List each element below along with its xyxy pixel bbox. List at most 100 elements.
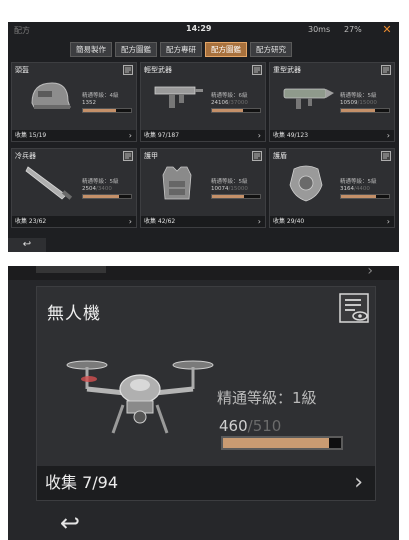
mastery-bar-fill [341,109,375,112]
mastery-level: 精通等級：5級 [82,179,119,185]
drone-card-zoom: › 無人機 精通等級：1級 460/510 收集 7/94 › ↩ [8,266,399,540]
mastery-bar [211,108,261,113]
close-icon[interactable]: ✕ [381,24,393,36]
status-bar: 配方 14:29 30ms 27% [8,22,399,38]
shield-icon [289,165,323,202]
chevron-right-icon: › [257,217,261,226]
battery-readout: 27% [344,25,362,34]
helmet-icon [31,82,71,109]
recipe-doc-icon[interactable] [252,65,262,75]
back-button[interactable]: ↩ [60,510,100,536]
progress-current: 460 [219,417,248,435]
chevron-right-icon: › [367,266,373,279]
mastery-level: 精通等級：6級 [211,93,248,99]
progress-max: /37000 [228,100,248,106]
blade-icon [25,166,73,200]
collect-count: 收集 49/123 [273,132,309,139]
status-left-text: 配方 [14,26,30,35]
collect-count: 收集 97/187 [144,132,180,139]
mastery-bar-fill [83,109,116,112]
mastery-bar-fill [223,438,330,448]
category-card-melee[interactable]: 冷兵器 精通等級：5級 2504/3400 收集 23/62 › [11,148,137,228]
recipe-codex-screen: 配方 14:29 30ms 27% ✕ 簡易製作 配方圖鑑 配方專研 配方圖鑑 … [8,22,399,252]
drone-icon [66,360,214,434]
mastery-progress: 24106/37000 [211,100,248,106]
mastery-progress: 3164/4400 [340,186,370,192]
chevron-right-icon: › [386,131,390,140]
mastery-bar [340,194,390,199]
chevron-right-icon: › [128,217,132,226]
tab-recipe-codex-active[interactable]: 配方圖鑑 [205,42,247,57]
back-button[interactable]: ↩ [8,238,46,252]
collect-row[interactable]: 收集 97/187 › [141,130,265,141]
progress-current: 1352 [82,100,96,106]
category-card-heavy-weapons[interactable]: 重型武器 精通等級：5級 10509/15000 收集 49/123 › [269,62,395,142]
chevron-right-icon: › [354,470,363,495]
collect-count: 收集 42/62 [144,218,176,225]
category-card-light-weapons[interactable]: 輕型武器 精通等級：6級 24106/37000 收集 97/187 › [140,62,266,142]
previous-card-footer: › [8,266,399,280]
progress-current: 3164 [340,186,354,192]
progress-max: /510 [247,417,282,435]
mastery-progress: 460/510 [219,417,281,435]
collect-row[interactable]: 收集 29/40 › [270,216,394,227]
recipe-doc-icon[interactable] [123,65,133,75]
chevron-right-icon: › [128,131,132,140]
recipe-doc-icon[interactable] [381,151,391,161]
mastery-bar-fill [341,195,376,198]
mastery-level: 精通等級：4級 [82,93,119,99]
mastery-bar [340,108,390,113]
tab-recipe-research-1[interactable]: 配方專研 [160,42,202,57]
collect-row[interactable]: 收集 23/62 › [12,216,136,227]
collect-count: 收集 15/19 [15,132,47,139]
card-title: 重型武器 [273,66,301,74]
chevron-right-icon: › [257,131,261,140]
tab-simple-craft[interactable]: 簡易製作 [70,42,112,57]
progress-current: 10509 [340,100,358,106]
collect-count: 收集 23/62 [15,218,47,225]
progress-current: 2504 [82,186,96,192]
chevron-right-icon: › [386,217,390,226]
signal-readout: 30ms [308,25,331,34]
recipe-doc-icon[interactable] [252,151,262,161]
clock: 14:29 [186,24,212,33]
mastery-progress: 10509/15000 [340,100,377,106]
progress-max: /4400 [354,186,370,192]
mastery-level: 精通等級：5級 [340,93,377,99]
collect-count: 收集 7/94 [45,473,119,492]
category-card-armor[interactable]: 護甲 精通等級：5級 10074/15000 收集 42/62 › [140,148,266,228]
category-card-drone[interactable]: 無人機 精通等級：1級 460/510 收集 7/94 › [36,286,376,501]
category-card-shield[interactable]: 護盾 精通等級：5級 3164/4400 收集 29/40 › [269,148,395,228]
card-title: 輕型武器 [144,66,172,74]
tab-recipe-codex-1[interactable]: 配方圖鑑 [115,42,157,57]
mastery-level: 精通等級：5級 [211,179,248,185]
recipe-doc-icon[interactable] [381,65,391,75]
card-title: 無人機 [47,304,101,324]
collect-row[interactable]: 收集 15/19 › [12,130,136,141]
mastery-progress: 2504/3400 [82,186,112,192]
card-title: 護甲 [144,152,158,160]
armor-vest-icon [162,166,192,200]
mastery-progress: 1352 [82,100,96,106]
tab-recipe-research-2[interactable]: 配方研究 [250,42,292,57]
recipe-doc-icon[interactable] [123,151,133,161]
mastery-level: 精通等級：5級 [340,179,377,185]
launcher-icon [283,88,334,109]
card-title: 護盾 [273,152,287,160]
clipped-text [36,266,106,273]
mastery-bar [211,194,261,199]
collect-count: 收集 29/40 [273,218,305,225]
card-title: 冷兵器 [15,152,36,160]
mastery-bar-fill [83,195,119,198]
recipe-view-icon[interactable] [339,293,369,323]
card-title: 頭盔 [15,66,29,74]
collect-row[interactable]: 收集 7/94 › [37,466,375,500]
collect-row[interactable]: 收集 49/123 › [270,130,394,141]
progress-max: /15000 [228,186,248,192]
collect-row[interactable]: 收集 42/62 › [141,216,265,227]
progress-current: 24106 [211,100,229,106]
tab-bar: 簡易製作 配方圖鑑 配方專研 配方圖鑑 配方研究 [70,42,292,57]
mastery-bar [82,194,132,199]
mastery-progress: 10074/15000 [211,186,248,192]
category-card-helmet[interactable]: 頭盔 精通等級：4級 1352 收集 15/19 › [11,62,137,142]
